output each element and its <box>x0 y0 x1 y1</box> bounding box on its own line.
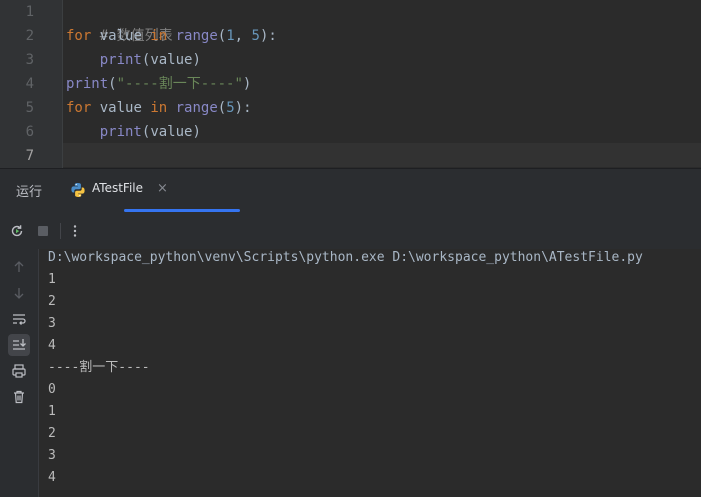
keyword-for: for <box>66 100 92 116</box>
paren-close: ): <box>234 100 252 116</box>
code-editor[interactable]: 1 2 3 4 5 6 7 # 数值列表 for value in range(… <box>0 0 701 168</box>
console-output-line: 0 <box>48 382 56 397</box>
line-number: 6 <box>25 124 34 140</box>
keyword-in: in <box>150 100 168 116</box>
trash-icon[interactable] <box>8 386 30 408</box>
active-tab-indicator <box>124 209 240 212</box>
paren-open: ( <box>217 100 227 116</box>
console-output-line: 1 <box>48 272 56 287</box>
tab-label: ATestFile <box>92 181 143 195</box>
console-output-line: 2 <box>48 294 56 309</box>
identifier: value <box>150 52 193 68</box>
current-line-highlight <box>0 143 701 167</box>
code-line-4[interactable]: print("----割一下----") <box>66 72 251 96</box>
builtin-range: range <box>175 100 218 116</box>
console-output-line: ----割一下---- <box>48 360 150 375</box>
line-number: 3 <box>25 52 34 68</box>
arrow-up-icon[interactable] <box>8 256 30 278</box>
more-vertical-icon[interactable] <box>64 220 86 242</box>
string-literal: "----割一下----" <box>116 76 243 92</box>
line-number: 1 <box>25 4 34 20</box>
identifier: value <box>91 100 151 116</box>
run-window-title: 运行 <box>16 185 43 200</box>
keyword-in: in <box>150 28 168 44</box>
paren-close: ): <box>259 28 277 44</box>
line-number-gutter: 1 2 3 4 5 6 7 <box>0 0 63 168</box>
console-output-line: 4 <box>48 338 56 353</box>
code-line-5[interactable]: for value in range(5): <box>66 96 252 120</box>
line-number: 2 <box>25 28 34 44</box>
console-output-line: 4 <box>48 470 56 485</box>
line-number-current: 7 <box>25 148 34 164</box>
run-action-bar <box>0 213 701 249</box>
arrow-down-icon[interactable] <box>8 282 30 304</box>
number-literal: 5 <box>226 100 235 116</box>
builtin-range: range <box>175 28 218 44</box>
print-icon[interactable] <box>8 360 30 382</box>
identifier: value <box>91 28 151 44</box>
comma: , <box>234 28 252 44</box>
rerun-icon[interactable] <box>6 220 28 242</box>
python-icon <box>70 182 86 198</box>
number-literal: 5 <box>251 28 260 44</box>
run-tool-window-header: 运行 ATestFile × <box>0 169 701 213</box>
console-command-line: D:\workspace_python\venv\Scripts\python.… <box>48 250 643 265</box>
scroll-to-end-icon[interactable] <box>8 334 30 356</box>
paren-open: ( <box>217 28 227 44</box>
line-number: 4 <box>25 76 34 92</box>
console-side-toolbar <box>0 249 39 497</box>
paren-open: ( <box>108 76 117 92</box>
paren-close: ) <box>192 52 201 68</box>
code-line-2[interactable]: for value in range(1, 5): <box>66 24 277 48</box>
console-output-line: 3 <box>48 316 56 331</box>
console-output-line: 3 <box>48 448 56 463</box>
console-output-line: 1 <box>48 404 56 419</box>
console-output-line: 2 <box>48 426 56 441</box>
line-number: 5 <box>25 100 34 116</box>
tab-atestfile[interactable]: ATestFile × <box>64 169 240 213</box>
paren-close: ) <box>242 76 252 92</box>
number-literal: 1 <box>226 28 235 44</box>
paren-close: ) <box>192 124 201 140</box>
toolbar-separator <box>60 223 61 239</box>
builtin-print: print <box>66 76 109 92</box>
stop-icon[interactable] <box>32 220 54 242</box>
builtin-print: print <box>99 124 142 140</box>
close-icon[interactable]: × <box>157 181 168 196</box>
soft-wrap-icon[interactable] <box>8 308 30 330</box>
builtin-print: print <box>99 52 142 68</box>
code-line-6[interactable]: print(value) <box>66 120 201 144</box>
code-line-3[interactable]: print(value) <box>66 48 201 72</box>
keyword-for: for <box>66 28 92 44</box>
console-output[interactable]: D:\workspace_python\venv\Scripts\python.… <box>39 249 701 497</box>
identifier: value <box>150 124 193 140</box>
